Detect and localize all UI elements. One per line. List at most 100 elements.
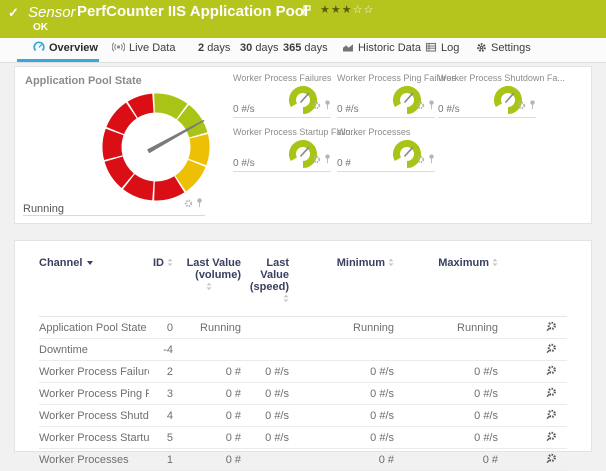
- tab-365-days[interactable]: 365 days: [283, 38, 328, 59]
- historic-data-chart-icon: [342, 40, 354, 61]
- tab-30-days-word: days: [255, 42, 278, 54]
- col-header-id-label: ID: [153, 257, 164, 269]
- priority-stars-empty: ☆☆: [353, 4, 375, 16]
- tab-30-days[interactable]: 30 days: [240, 38, 279, 59]
- tab-settings[interactable]: Settings: [476, 38, 531, 59]
- channel-settings-icon[interactable]: [546, 409, 557, 420]
- cell-channel[interactable]: Worker Process Shutdo...: [39, 405, 149, 427]
- cell-settings: [498, 361, 567, 383]
- tab-log-label: Log: [441, 42, 459, 54]
- mini-gauge-worker-processes: Worker Processes 0 #: [337, 127, 435, 172]
- col-header-maximum-label: Maximum: [438, 257, 489, 269]
- cell-maximum: [394, 339, 498, 361]
- sort-arrows-icon: [206, 282, 212, 294]
- cell-id: 0: [149, 317, 173, 339]
- cell-channel[interactable]: Downtime: [39, 339, 149, 361]
- col-header-last-value-speed[interactable]: Last Value(speed): [241, 253, 289, 317]
- cell-maximum: 0 #/s: [394, 405, 498, 427]
- priority-stars[interactable]: ★★★☆☆: [320, 3, 374, 16]
- col-header-channel[interactable]: Channel: [39, 253, 149, 317]
- cell-last-value-volume: 0 #: [173, 361, 241, 383]
- table-row[interactable]: Worker Process Failures 2 0 # 0 #/s 0 #/…: [39, 361, 567, 383]
- cell-id: 2: [149, 361, 173, 383]
- col-header-volume-line1: Last Value: [173, 257, 241, 269]
- cell-settings: [498, 427, 567, 449]
- status-check-icon: ✓: [8, 5, 19, 21]
- table-row[interactable]: Worker Process Ping Fa... 3 0 # 0 #/s 0 …: [39, 383, 567, 405]
- cell-last-value-speed: 0 #/s: [241, 361, 289, 383]
- gauges-panel: Application Pool State Running: [14, 66, 592, 224]
- mini-gear-icon[interactable]: [517, 97, 526, 115]
- channel-settings-icon[interactable]: [546, 343, 557, 354]
- channel-settings-icon[interactable]: [546, 453, 557, 464]
- mini-gauge-title: Worker Process Shutdown Fa...: [438, 73, 565, 83]
- mini-gear-icon[interactable]: [312, 97, 321, 115]
- channel-settings-icon[interactable]: [546, 365, 557, 376]
- col-header-maximum[interactable]: Maximum: [394, 253, 498, 317]
- cell-minimum: 0 #/s: [289, 361, 394, 383]
- cell-channel[interactable]: Worker Process Ping Fa...: [39, 383, 149, 405]
- table-row[interactable]: Worker Process Shutdo... 4 0 # 0 #/s 0 #…: [39, 405, 567, 427]
- channel-table-panel: Channel ID Last Value(volume) Last Value…: [14, 240, 592, 452]
- gauge-status-row: Running: [23, 199, 205, 216]
- cell-channel[interactable]: Application Pool State: [39, 317, 149, 339]
- cell-minimum: [289, 339, 394, 361]
- cell-last-value-volume: Running: [173, 317, 241, 339]
- mini-gear-icon[interactable]: [416, 97, 425, 115]
- mini-pin-icon[interactable]: [324, 151, 331, 169]
- tab-overview[interactable]: Overview: [17, 38, 99, 62]
- mini-gear-icon[interactable]: [312, 151, 321, 169]
- mini-pin-icon[interactable]: [324, 97, 331, 115]
- cell-last-value-speed: 0 #/s: [241, 383, 289, 405]
- log-icon: [425, 40, 437, 61]
- tab-30-days-num: 30: [240, 42, 252, 54]
- col-header-speed-line2: (speed): [250, 281, 289, 293]
- col-header-minimum[interactable]: Minimum: [289, 253, 394, 317]
- table-row[interactable]: Downtime -4: [39, 339, 567, 361]
- tab-365-days-word: days: [304, 42, 327, 54]
- col-header-id[interactable]: ID: [149, 253, 173, 317]
- cell-id: -4: [149, 339, 173, 361]
- cell-last-value-volume: 0 #: [173, 405, 241, 427]
- mini-gauge-worker-process-shutdown-failures: Worker Process Shutdown Fa... 0 #/s: [438, 73, 536, 118]
- tab-live-data[interactable]: Live Data: [112, 38, 175, 59]
- tab-historic-data[interactable]: Historic Data: [342, 38, 421, 59]
- tab-2-days-num: 2: [198, 42, 204, 54]
- cell-last-value-volume: [173, 339, 241, 361]
- tab-2-days-word: days: [207, 42, 230, 54]
- channel-settings-icon[interactable]: [546, 321, 557, 332]
- sensor-header: ✓ Sensor PerfCounter IIS Application Poo…: [0, 0, 606, 38]
- col-header-minimum-label: Minimum: [337, 257, 385, 269]
- channel-settings-icon[interactable]: [546, 387, 557, 398]
- gauge-gear-icon[interactable]: [184, 195, 193, 213]
- mini-gauge-value: 0 #: [337, 158, 351, 169]
- cell-minimum: 0 #/s: [289, 427, 394, 449]
- table-header-row: Channel ID Last Value(volume) Last Value…: [39, 253, 567, 317]
- tab-2-days[interactable]: 2 days: [198, 38, 230, 59]
- table-row[interactable]: Worker Process Startup... 5 0 # 0 #/s 0 …: [39, 427, 567, 449]
- table-row[interactable]: Application Pool State 0 Running Running…: [39, 317, 567, 339]
- cell-maximum: 0 #/s: [394, 383, 498, 405]
- cell-maximum: 0 #/s: [394, 361, 498, 383]
- mini-pin-icon[interactable]: [529, 97, 536, 115]
- tab-log[interactable]: Log: [425, 38, 459, 59]
- cell-minimum: 0 #/s: [289, 383, 394, 405]
- cell-last-value-speed: [241, 317, 289, 339]
- flag-icon[interactable]: [303, 3, 312, 21]
- cell-channel[interactable]: Worker Process Startup...: [39, 427, 149, 449]
- sort-caret-icon: [87, 261, 93, 265]
- col-header-last-value-volume[interactable]: Last Value(volume): [173, 253, 241, 317]
- cell-minimum: 0 #/s: [289, 405, 394, 427]
- channel-table: Channel ID Last Value(volume) Last Value…: [39, 253, 567, 471]
- cell-id: 5: [149, 427, 173, 449]
- channel-settings-icon[interactable]: [546, 431, 557, 442]
- mini-pin-icon[interactable]: [428, 97, 435, 115]
- cell-maximum: 0 #/s: [394, 427, 498, 449]
- mini-gauge-value: 0 #/s: [233, 158, 255, 169]
- mini-gear-icon[interactable]: [416, 151, 425, 169]
- cell-channel[interactable]: Worker Process Failures: [39, 361, 149, 383]
- mini-gauge-worker-process-ping-failures: Worker Process Ping Failures 0 #/s: [337, 73, 435, 118]
- gauge-pin-icon[interactable]: [196, 195, 203, 213]
- sensor-title: PerfCounter IIS Application Pool: [77, 3, 308, 20]
- mini-pin-icon[interactable]: [428, 151, 435, 169]
